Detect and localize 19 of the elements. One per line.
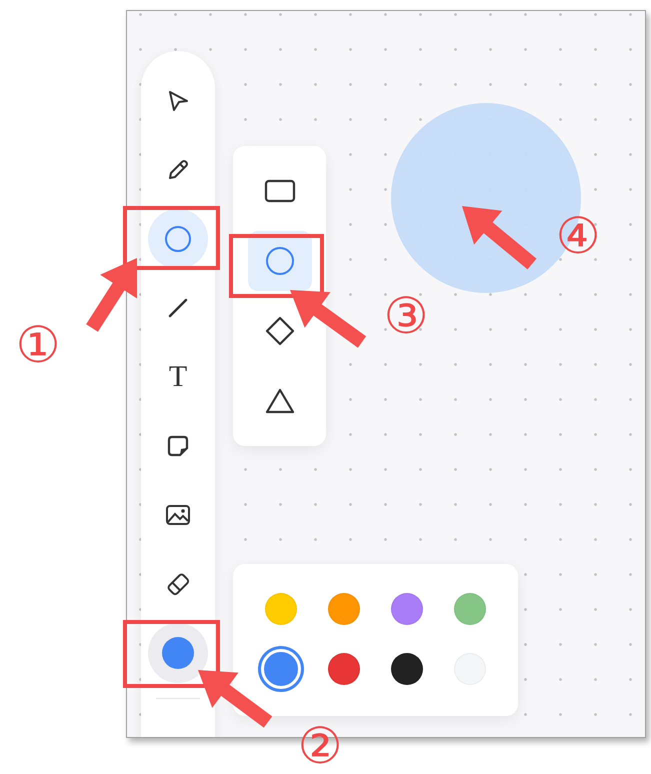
- color-swatch[interactable]: [328, 653, 360, 685]
- circle-icon: [163, 224, 193, 254]
- step-number: ④: [556, 211, 600, 261]
- color-dot-icon: [162, 637, 194, 669]
- color-swatch[interactable]: [260, 649, 300, 689]
- ellipse-shape-button[interactable]: [248, 231, 312, 291]
- line-icon: [166, 296, 190, 320]
- text-tool-button[interactable]: T: [148, 347, 208, 407]
- step-number: ③: [384, 291, 428, 341]
- color-swatch[interactable]: [454, 593, 486, 625]
- circle-icon: [264, 245, 296, 277]
- image-icon: [164, 502, 192, 528]
- color-swatch[interactable]: [390, 593, 422, 625]
- color-swatch[interactable]: [390, 653, 422, 685]
- color-swatch[interactable]: [328, 593, 360, 625]
- sticky-note-icon: [165, 433, 191, 459]
- step-number: ①: [16, 320, 60, 370]
- color-swatch[interactable]: [264, 593, 296, 625]
- step-number: ②: [298, 721, 342, 771]
